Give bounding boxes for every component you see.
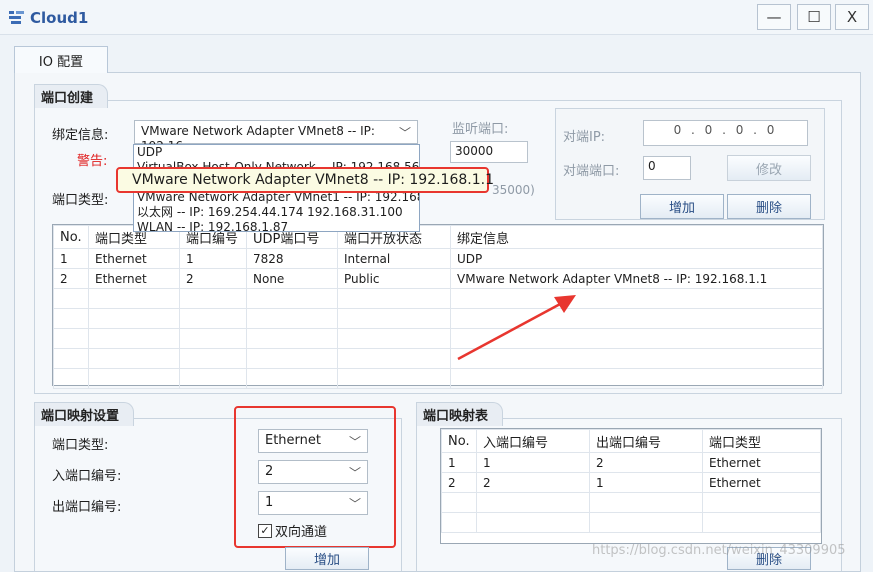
table-cell: Ethernet	[702, 452, 821, 473]
table-cell: UDP	[450, 248, 823, 269]
modify-button[interactable]: 修改	[727, 155, 811, 181]
maximize-button[interactable]: ☐	[797, 4, 831, 30]
peer-port-input[interactable]: 0	[643, 156, 691, 180]
add-mapping-button[interactable]: 增加	[285, 547, 369, 570]
port-mapping-settings-title: 端口映射设置	[34, 402, 135, 426]
table-cell: 2	[476, 472, 590, 493]
table-cell: 7828	[246, 248, 338, 269]
table-row	[53, 348, 823, 369]
add-port-button[interactable]: 增加	[640, 194, 724, 219]
port-table: No. 端口类型 端口编号 UDP端口号 端口开放状态 绑定信息 1 Ether…	[53, 225, 823, 389]
map-port-type-value: Ethernet	[265, 433, 321, 448]
chevron-down-icon: ﹀	[348, 466, 361, 480]
port-type-label: 端口类型:	[52, 193, 109, 208]
column-header[interactable]: No.	[441, 429, 477, 453]
table-cell: 2	[589, 452, 703, 473]
port-table-container: No. 端口类型 端口编号 UDP端口号 端口开放状态 绑定信息 1 Ether…	[52, 224, 824, 389]
listen-port-input[interactable]: 30000	[450, 141, 528, 163]
table-cell: 1	[476, 452, 590, 473]
column-header[interactable]: 绑定信息	[450, 225, 823, 249]
table-cell: None	[246, 268, 338, 289]
table-cell: Internal	[337, 248, 451, 269]
table-cell: 1	[589, 472, 703, 493]
table-row	[441, 512, 821, 533]
table-row	[53, 328, 823, 349]
dropdown-option[interactable]: UDP	[134, 145, 419, 160]
table-cell: 1	[53, 248, 89, 269]
bidirectional-checkbox[interactable]: ✓ 双向通道	[258, 521, 327, 540]
warning-label: 警告:	[77, 154, 108, 169]
window-title: Cloud1	[30, 9, 89, 27]
table-cell: 1	[179, 248, 247, 269]
watermark: https://blog.csdn.net/weixin_43309905	[592, 543, 846, 558]
out-port-label: 出端口编号:	[52, 500, 122, 515]
table-cell: Ethernet	[88, 268, 180, 289]
dropdown-option[interactable]: 以太网 -- IP: 169.254.44.174 192.168.31.100	[134, 205, 419, 220]
delete-port-button[interactable]: 删除	[727, 194, 811, 219]
mapping-table-container: No. 入端口编号 出端口编号 端口类型 1 1 2 Ethernet 2 2 …	[440, 428, 822, 544]
dropdown-option[interactable]: WLAN -- IP: 192.168.1.87	[134, 220, 419, 231]
title-bar	[0, 0, 873, 35]
bidirectional-label: 双向通道	[275, 525, 328, 540]
out-port-select[interactable]: 1 ﹀	[258, 491, 368, 515]
map-port-type-label: 端口类型:	[52, 438, 109, 453]
map-port-type-select[interactable]: Ethernet ﹀	[258, 429, 368, 453]
peer-ip-input[interactable]: 0 . 0 . 0 . 0	[643, 120, 808, 146]
table-cell: 2	[179, 268, 247, 289]
port-mapping-table-title: 端口映射表	[416, 402, 504, 426]
table-row	[53, 368, 823, 389]
column-header[interactable]: 入端口编号	[476, 429, 590, 453]
bind-info-select[interactable]: VMware Network Adapter VMnet8 -- IP: 192…	[134, 120, 418, 153]
table-cell: 1	[441, 452, 477, 473]
in-port-select[interactable]: 2 ﹀	[258, 460, 368, 484]
cloud-app-icon	[9, 11, 24, 24]
listen-port-label: 监听端口:	[452, 122, 509, 137]
table-row	[53, 308, 823, 329]
column-header[interactable]: 出端口编号	[589, 429, 703, 453]
table-row[interactable]: 2 2 1 Ethernet	[441, 472, 821, 493]
annotation-arrow-icon	[457, 295, 576, 361]
close-button[interactable]: X	[835, 4, 869, 30]
mapping-table: No. 入端口编号 出端口编号 端口类型 1 1 2 Ethernet 2 2 …	[441, 429, 821, 533]
table-row[interactable]: 1 Ethernet 1 7828 Internal UDP	[53, 248, 823, 269]
chevron-down-icon: ﹀	[398, 126, 411, 140]
peer-port-label: 对端端口:	[563, 164, 620, 179]
table-cell: 2	[53, 268, 89, 289]
table-row	[53, 288, 823, 309]
bind-info-label: 绑定信息:	[52, 128, 109, 143]
tab-io-config[interactable]: IO 配置	[14, 46, 108, 73]
minimize-button[interactable]: —	[757, 4, 791, 30]
out-port-value: 1	[265, 495, 274, 510]
table-row[interactable]: 1 1 2 Ethernet	[441, 452, 821, 473]
chevron-down-icon: ﹀	[348, 435, 361, 449]
checkbox-checked-icon: ✓	[258, 523, 272, 538]
column-header[interactable]: 端口类型	[702, 429, 821, 453]
table-cell: Ethernet	[702, 472, 821, 493]
column-header[interactable]: No.	[53, 225, 89, 249]
listen-port-hint: 35000)	[492, 183, 535, 197]
table-cell: Public	[337, 268, 451, 289]
table-row[interactable]: 2 Ethernet 2 None Public VMware Network …	[53, 268, 823, 289]
chevron-down-icon: ﹀	[348, 497, 361, 511]
table-cell: Ethernet	[88, 248, 180, 269]
port-create-title: 端口创建	[34, 84, 109, 108]
in-port-value: 2	[265, 464, 274, 479]
table-header-row: No. 入端口编号 出端口编号 端口类型	[441, 429, 821, 453]
dropdown-option-highlighted[interactable]: VMware Network Adapter VMnet8 -- IP: 192…	[116, 167, 494, 193]
table-cell: 2	[441, 472, 477, 493]
peer-ip-label: 对端IP:	[563, 130, 606, 145]
table-row	[441, 492, 821, 513]
in-port-label: 入端口编号:	[52, 469, 122, 484]
